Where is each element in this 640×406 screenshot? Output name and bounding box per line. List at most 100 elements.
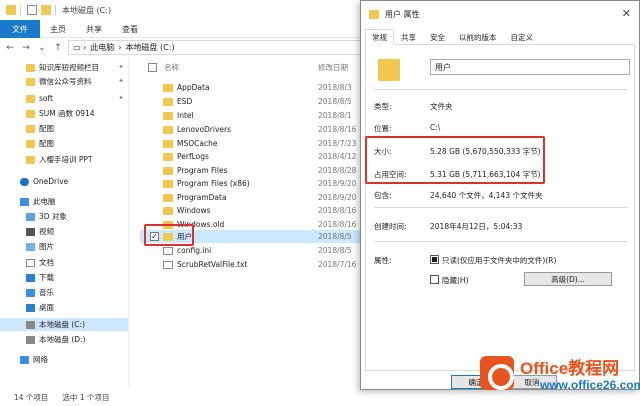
file-row-programdata[interactable]: ProgramData 2018/9/20 bbox=[140, 191, 360, 204]
folder-icon bbox=[6, 5, 16, 15]
forward-arrow-icon[interactable]: → bbox=[20, 42, 32, 54]
sidebar-item-label: 本地磁盘 (D:) bbox=[39, 335, 86, 344]
file-date: 2018/8/28 bbox=[318, 166, 357, 175]
sidebar-item-this-pc[interactable]: 此电脑 bbox=[0, 195, 128, 208]
folder-icon bbox=[26, 139, 35, 148]
divider bbox=[374, 241, 628, 242]
tab-view[interactable]: 查看 bbox=[112, 20, 148, 38]
folder-icon bbox=[369, 9, 379, 19]
settings-file-icon bbox=[163, 246, 173, 255]
sidebar-item-label: 知识库短视频栏目 bbox=[39, 63, 99, 72]
sidebar-item-downloads[interactable]: 下载 bbox=[0, 271, 128, 284]
dialog-title: 用户 属性 bbox=[385, 9, 420, 19]
pane-splitter[interactable] bbox=[128, 58, 129, 388]
sidebar-item-network[interactable]: 网络 bbox=[0, 353, 128, 366]
divider bbox=[374, 207, 628, 208]
breadcrumb-separator: › bbox=[118, 43, 122, 52]
readonly-label[interactable]: 只读(仅应用于文件夹中的文件)(R) bbox=[442, 255, 556, 266]
sidebar-item-local-disk-d[interactable]: 本地磁盘 (D:) bbox=[0, 333, 128, 346]
type-value: 文件夹 bbox=[430, 102, 453, 111]
folder-name-input[interactable]: 用户 bbox=[430, 59, 630, 75]
breadcrumb-this-pc[interactable]: 此电脑 bbox=[90, 42, 114, 53]
file-row-msocache[interactable]: MSOCache 2018/7/23 bbox=[140, 137, 360, 150]
folder-icon bbox=[163, 125, 173, 134]
file-date: 2018/9/20 bbox=[318, 179, 357, 188]
selected-count: 选中 1 个项目 bbox=[62, 392, 110, 402]
new-folder-icon[interactable] bbox=[41, 5, 51, 15]
file-row-program-files[interactable]: Program Files 2018/8/28 bbox=[140, 164, 360, 177]
sidebar-item-label: 配图 bbox=[39, 124, 54, 133]
tab-share[interactable]: 共享 bbox=[76, 20, 112, 38]
tab-security[interactable]: 安全 bbox=[423, 29, 452, 45]
advanced-button[interactable]: 高级(D)... bbox=[524, 272, 612, 286]
address-bar[interactable]: ▭ › 此电脑 › 本地磁盘 (C:) bbox=[68, 40, 368, 55]
tab-home[interactable]: 主页 bbox=[40, 20, 76, 38]
type-label: 类型: bbox=[374, 102, 392, 111]
sidebar-item-pictures[interactable]: 图片 bbox=[0, 240, 128, 253]
sidebar-item-3d-objects[interactable]: 3D 对象 bbox=[0, 210, 128, 223]
properties-icon[interactable] bbox=[27, 5, 37, 15]
sidebar-item-label: 此电脑 bbox=[33, 197, 56, 206]
file-name: AppData bbox=[177, 83, 210, 92]
sidebar-item-documents[interactable]: 文档 bbox=[0, 256, 128, 269]
cloud-icon bbox=[20, 177, 29, 186]
sidebar-item-local-disk-c[interactable]: 本地磁盘 (C:) bbox=[0, 318, 128, 331]
sidebar-item-onedrive[interactable]: OneDrive bbox=[0, 175, 128, 188]
readonly-checkbox[interactable] bbox=[430, 255, 439, 264]
file-date: 2018/9/20 bbox=[318, 193, 357, 202]
file-row-lenovodrivers[interactable]: LenovoDrivers 2018/8/16 bbox=[140, 123, 360, 136]
file-list: 名称 修改日期 AppData 2018/8/3 ESD 2018/8/5 Inte… bbox=[140, 58, 360, 388]
sidebar-item-quick-4[interactable]: SUM 函数 0914 bbox=[0, 107, 128, 120]
pin-icon: ✦ bbox=[118, 77, 124, 85]
tab-previous-versions[interactable]: 以前的版本 bbox=[452, 29, 504, 45]
sidebar-item-desktop[interactable]: 桌面 bbox=[0, 301, 128, 314]
folder-icon bbox=[163, 111, 173, 120]
file-date: 2018/8/3 bbox=[318, 83, 352, 92]
tab-general[interactable]: 常规 bbox=[365, 29, 394, 45]
tab-sharing[interactable]: 共享 bbox=[394, 29, 423, 45]
chevron-down-icon[interactable]: ⌄ bbox=[36, 42, 48, 54]
column-header-name[interactable]: 名称 bbox=[164, 62, 179, 73]
sidebar-item-label: 文档 bbox=[39, 258, 54, 267]
sidebar-item-quick-1[interactable]: 知识库短视频栏目 ✦ bbox=[0, 61, 128, 74]
file-date: 2018/8/16 bbox=[318, 206, 357, 215]
sidebar-item-label: OneDrive bbox=[33, 177, 69, 186]
window-title: 本地磁盘 (C:) bbox=[62, 5, 112, 15]
sidebar-item-quick-7[interactable]: 入樱手培训 PPT bbox=[0, 153, 128, 166]
computer-icon bbox=[20, 197, 29, 206]
file-row-intel[interactable]: Intel 2018/8/1 bbox=[140, 109, 360, 122]
sidebar-item-quick-6[interactable]: 配图 bbox=[0, 137, 128, 150]
sidebar-item-label: 视频 bbox=[39, 227, 54, 236]
sidebar-item-quick-5[interactable]: 配图 bbox=[0, 122, 128, 135]
music-icon bbox=[26, 288, 35, 297]
sidebar-item-music[interactable]: 音乐 bbox=[0, 286, 128, 299]
file-row-perflogs[interactable]: PerfLogs 2018/4/12 bbox=[140, 150, 360, 163]
sidebar-item-videos[interactable]: 视频 bbox=[0, 225, 128, 238]
file-date: 2018/8/5 bbox=[318, 97, 352, 106]
location-label: 位置: bbox=[374, 124, 392, 133]
general-panel: 用户 类型: 文件夹 位置: C:\ 大小: 5.28 GB (5,670,55… bbox=[365, 45, 635, 371]
close-icon[interactable]: ✕ bbox=[622, 7, 631, 20]
tab-file[interactable]: 文件 bbox=[0, 20, 40, 38]
divider bbox=[20, 5, 21, 15]
tab-customize[interactable]: 自定义 bbox=[504, 29, 541, 45]
column-header-date[interactable]: 修改日期 bbox=[318, 62, 348, 73]
sidebar-item-quick-3[interactable]: soft ✦ bbox=[0, 92, 128, 105]
hidden-checkbox[interactable] bbox=[430, 275, 439, 284]
file-row-windows[interactable]: Windows 2018/8/16 bbox=[140, 204, 360, 217]
sidebar-item-quick-2[interactable]: 微信公众号资料 ✦ bbox=[0, 75, 128, 88]
file-row-appdata[interactable]: AppData 2018/8/3 bbox=[140, 81, 360, 94]
file-name: ESD bbox=[177, 97, 193, 106]
file-row-scrubretvalfile[interactable]: ScrubRetValFile.txt 2018/7/16 bbox=[140, 258, 360, 271]
file-date: 2018/7/23 bbox=[318, 139, 357, 148]
select-all-checkbox[interactable] bbox=[148, 63, 157, 72]
hidden-label[interactable]: 隐藏(H) bbox=[442, 275, 469, 286]
back-arrow-icon[interactable]: ← bbox=[4, 42, 16, 54]
file-date: 2018/4/12 bbox=[318, 152, 357, 161]
contains-label: 包含: bbox=[374, 191, 392, 200]
breadcrumb-local-disk-c[interactable]: 本地磁盘 (C:) bbox=[126, 42, 175, 53]
up-arrow-icon[interactable]: ↑ bbox=[52, 42, 64, 54]
file-row-esd[interactable]: ESD 2018/8/5 bbox=[140, 95, 360, 108]
file-date: 2018/8/16 bbox=[318, 220, 357, 229]
file-row-program-files-x86[interactable]: Program Files (x86) 2018/9/20 bbox=[140, 177, 360, 190]
